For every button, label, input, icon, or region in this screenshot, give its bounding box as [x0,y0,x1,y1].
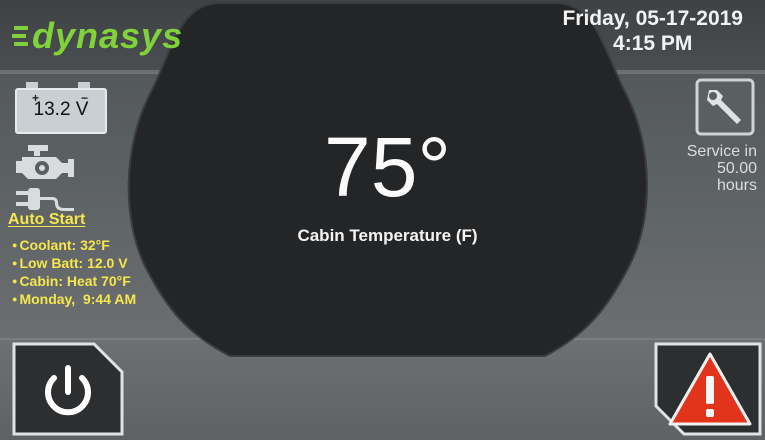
controller-screen: 75° Cabin Temperature (F) dynasys Friday… [0,0,765,440]
time-text: 4:15 PM [613,32,693,55]
logo-wordmark: dynasys [32,15,183,56]
auto-start-item-coolant: ● Coolant: 32°F [12,237,110,253]
dynasys-logo: dynasys [12,15,183,56]
service-line-1: Service in [686,143,757,160]
cabin-temperature-value: 75° [323,120,452,214]
service-line-3: hours [716,177,757,194]
plug-icon [16,188,74,211]
datetime-display: Friday, 05-17-2019 4:15 PM [562,6,743,56]
power-button[interactable] [12,340,124,436]
service-hours: 50.00 [716,160,757,177]
wrench-icon[interactable] [695,78,755,136]
auto-start-item-cabin: ● Cabin: Heat 70°F [12,273,131,289]
service-reminder: Service in 50.00 hours [687,143,757,194]
auto-start-title[interactable]: Auto Start [8,211,85,229]
auto-start-list: ● Coolant: 32°F ● Low Batt: 12.0 V ● Cabin:… [12,237,136,309]
auto-start-item-low-batt: ● Low Batt: 12.0 V [12,255,128,271]
auto-start-item-schedule: ● Monday, 9:44 AM [12,291,137,307]
engine-icon [16,145,74,179]
cabin-temperature-label: Cabin Temperature (F) [297,226,478,245]
alert-button[interactable] [654,340,762,436]
date-text: Friday, 05-17-2019 [562,7,743,30]
battery-voltage: 13.2 V [33,99,89,120]
